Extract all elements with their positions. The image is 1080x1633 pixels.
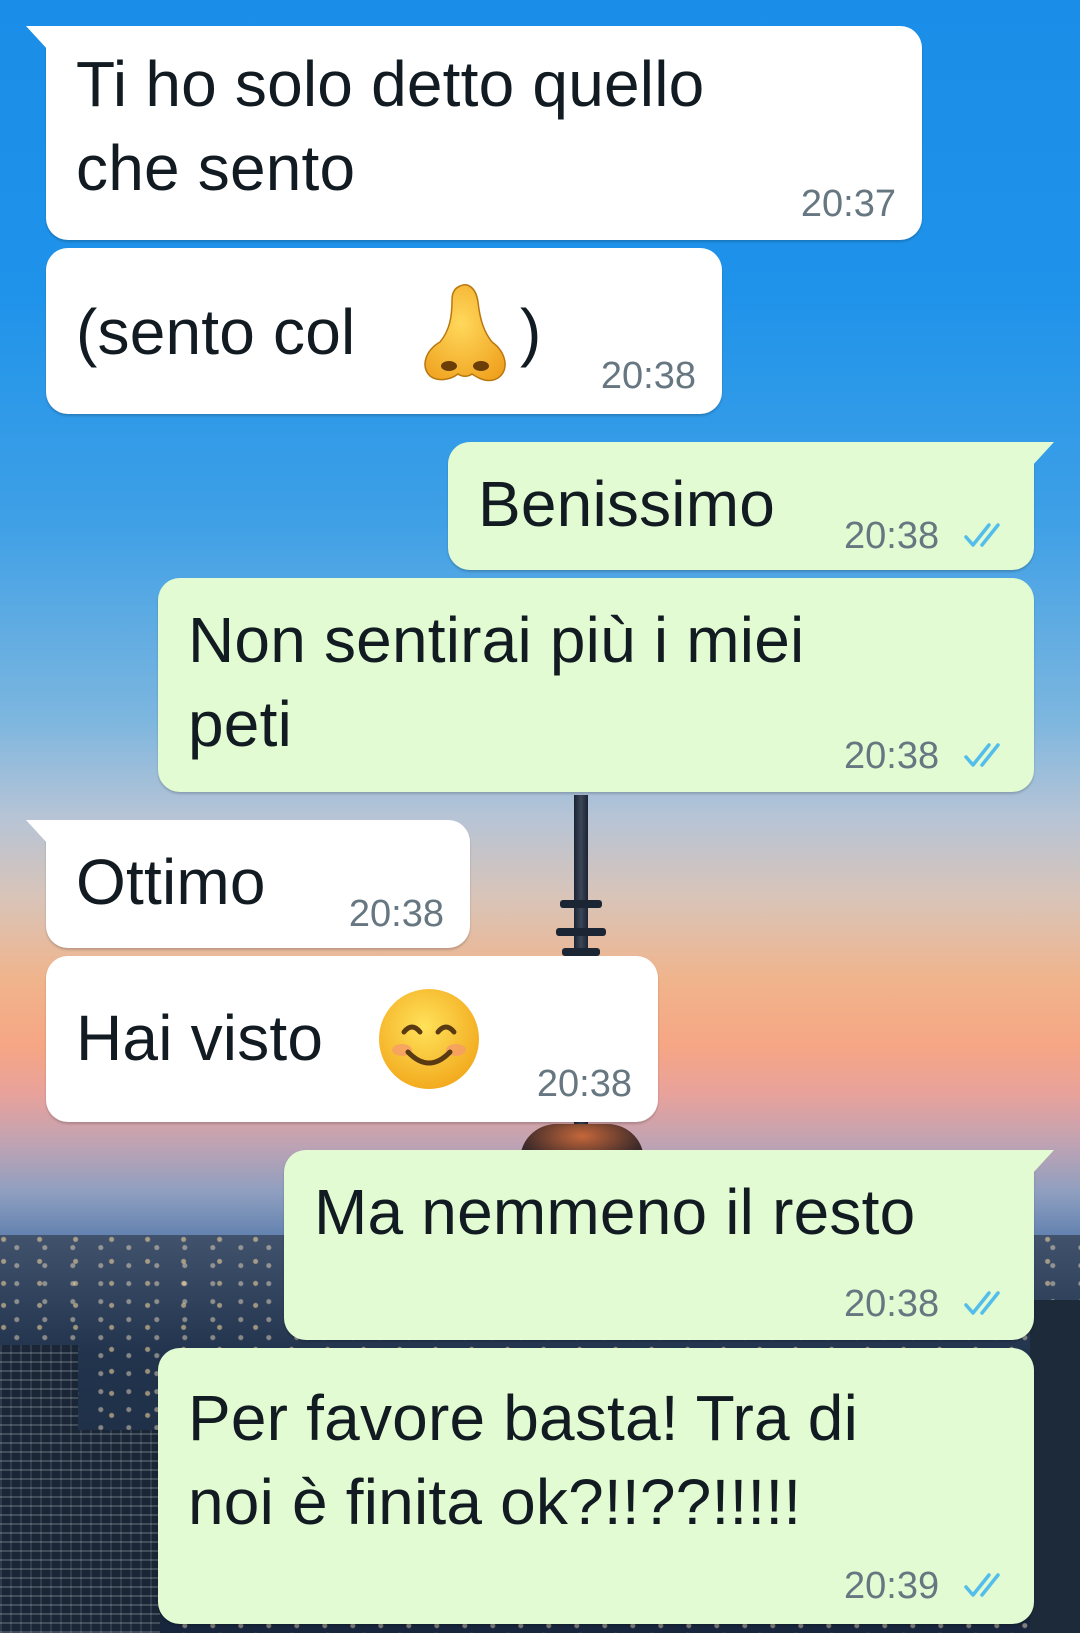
message-bubble-outgoing[interactable]: Ma nemmeno il resto 20:38: [284, 1150, 1054, 1340]
message-timestamp: 20:39: [844, 1565, 940, 1607]
message-bubble-incoming[interactable]: (sento col ) 20:38: [46, 248, 722, 414]
message-bubble-outgoing[interactable]: Non sentirai più i miei peti 20:38: [158, 578, 1034, 792]
message-text: Non sentirai più i miei peti: [188, 604, 805, 760]
message-text: Ma nemmeno il resto: [314, 1176, 916, 1248]
read-receipt-icon: [964, 743, 1000, 767]
read-receipt-icon: [964, 1291, 1000, 1315]
message-text: Ottimo: [76, 846, 266, 918]
message-text: Per favore basta! Tra di noi è finita ok…: [188, 1382, 859, 1538]
message-text: Ti ho solo detto quello che sento: [76, 48, 705, 204]
read-receipt-icon: [964, 1573, 1000, 1597]
smiling-face-emoji-icon: [379, 989, 479, 1089]
read-receipt-icon: [964, 523, 1000, 547]
message-text: Benissimo: [478, 468, 776, 540]
wallpaper-tower-ring: [560, 900, 602, 908]
wallpaper-tower-ring: [556, 928, 606, 936]
message-bubble-incoming[interactable]: Hai visto 20:38: [46, 956, 658, 1122]
message-timestamp: 20:38: [844, 1283, 940, 1325]
nose-emoji-icon: [424, 284, 506, 382]
message-text: (sento col: [76, 296, 356, 368]
wallpaper-building: [70, 1430, 160, 1633]
message-timestamp: 20:38: [536, 1063, 632, 1105]
wallpaper-tower-ring: [562, 948, 600, 956]
message-text: Hai visto: [76, 1002, 324, 1074]
message-timestamp: 20:37: [800, 183, 896, 225]
message-timestamp: 20:38: [348, 893, 444, 935]
message-bubble-outgoing[interactable]: Per favore basta! Tra di noi è finita ok…: [158, 1348, 1034, 1624]
message-bubble-incoming[interactable]: Ti ho solo detto quello che sento 20:37: [26, 26, 922, 240]
message-bubble-outgoing[interactable]: Benissimo 20:38: [448, 442, 1054, 570]
message-timestamp: 20:38: [844, 735, 940, 777]
message-timestamp: 20:38: [844, 515, 940, 557]
message-text-closing: ): [520, 296, 542, 368]
wallpaper-building: [1030, 1300, 1080, 1633]
wallpaper-building: [0, 1345, 78, 1633]
message-timestamp: 20:38: [600, 355, 696, 397]
message-bubble-incoming[interactable]: Ottimo 20:38: [26, 820, 470, 948]
